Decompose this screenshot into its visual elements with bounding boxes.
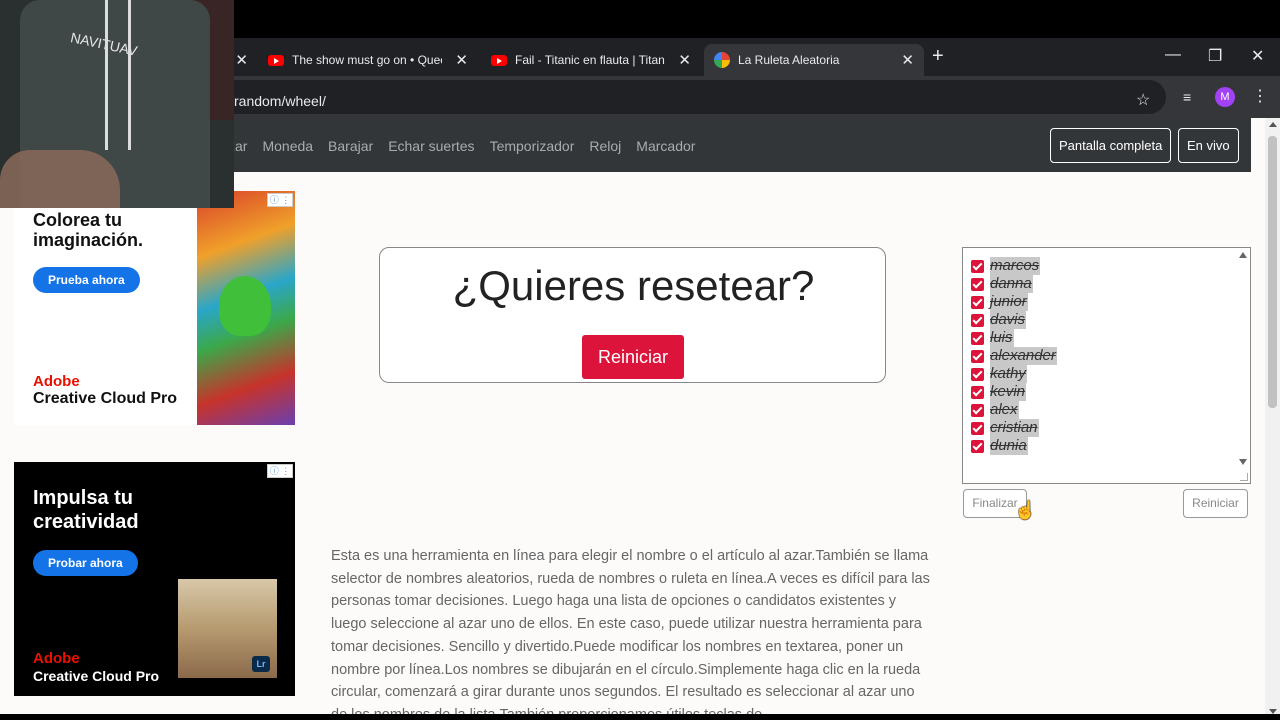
ad-banner-1[interactable]: Colorea tu imaginación. Prueba ahora Ado… xyxy=(14,191,295,425)
youtube-icon xyxy=(268,52,284,68)
name-row[interactable]: davis xyxy=(971,311,1057,329)
browser-menu-icon[interactable]: ⋮ xyxy=(1252,86,1268,106)
name-text: dunia xyxy=(990,437,1028,455)
nav-link-barajar[interactable]: Barajar xyxy=(328,138,373,154)
name-row[interactable]: alex xyxy=(971,401,1057,419)
name-checkbox[interactable] xyxy=(971,295,984,309)
scroll-up-arrow-icon[interactable] xyxy=(1269,122,1277,127)
window-close-icon[interactable]: ✕ xyxy=(1251,46,1264,66)
tab-titanic[interactable]: Fail - Titanic en flauta | Titanic f ✕ xyxy=(481,44,701,76)
reading-list-icon[interactable]: ≡ xyxy=(1183,89,1191,105)
tab-label: La Ruleta Aleatoria xyxy=(738,53,840,67)
screen: ✕ The show must go on • Queen ✕ Fail - T… xyxy=(0,0,1280,720)
url-text[interactable]: random/wheel/ xyxy=(234,93,326,109)
adchoices-icon[interactable]: ⓘ ⋮ xyxy=(267,193,293,207)
ad-cta-button[interactable]: Probar ahora xyxy=(33,550,138,576)
tab-ruleta[interactable]: La Ruleta Aleatoria ✕ xyxy=(704,44,924,76)
live-button[interactable]: En vivo xyxy=(1178,128,1239,163)
bookmark-star-icon[interactable]: ☆ xyxy=(1136,90,1150,110)
youtube-icon xyxy=(491,52,507,68)
name-checkbox[interactable] xyxy=(971,313,984,327)
hand-cursor-icon: ☝ xyxy=(1014,500,1037,520)
scroll-thumb[interactable] xyxy=(1268,136,1277,408)
description-text: Esta es una herramienta en línea para el… xyxy=(331,548,930,720)
fullscreen-button[interactable]: Pantalla completa xyxy=(1050,128,1172,163)
adobe-logo-text: Adobe xyxy=(33,373,80,390)
ad-headline: Impulsa tu creatividad xyxy=(33,487,139,533)
hoodie-string xyxy=(105,0,108,150)
name-text: alex xyxy=(990,401,1019,419)
name-row[interactable]: kevin xyxy=(971,383,1057,401)
name-checkbox[interactable] xyxy=(971,385,984,399)
nav-link-reloj[interactable]: Reloj xyxy=(589,138,621,154)
list-reset-button[interactable]: Reiniciar xyxy=(1183,489,1248,518)
name-list: marcos danna junior davis luis alexander kathy… xyxy=(971,257,1057,455)
name-text: junior xyxy=(990,293,1028,311)
name-checkbox[interactable] xyxy=(971,403,984,417)
adchoices-icon[interactable]: ⓘ ⋮ xyxy=(267,464,293,478)
profile-avatar[interactable]: M xyxy=(1215,87,1235,107)
reset-title: ¿Quieres resetear? xyxy=(452,262,815,309)
minimize-icon[interactable]: — xyxy=(1165,46,1181,64)
tab-label: Fail - Titanic en flauta | Titanic f xyxy=(515,53,665,67)
name-checkbox[interactable] xyxy=(971,259,984,273)
name-text: danna xyxy=(990,275,1033,293)
close-icon[interactable]: ✕ xyxy=(901,51,914,69)
product-name: Creative Cloud Pro xyxy=(33,668,160,684)
product-name: Creative Cloud Pro xyxy=(33,390,178,407)
name-text: kevin xyxy=(990,383,1027,401)
name-checkbox[interactable] xyxy=(971,439,984,453)
nav-link-marcador[interactable]: Marcador xyxy=(636,138,695,154)
name-text: luis xyxy=(990,329,1014,347)
name-checkbox[interactable] xyxy=(971,421,984,435)
nav-link-echar-suertes[interactable]: Echar suertes xyxy=(388,138,474,154)
name-row[interactable]: kathy xyxy=(971,365,1057,383)
close-icon[interactable]: ✕ xyxy=(678,51,691,69)
textarea-scroll-down-icon[interactable] xyxy=(1239,459,1247,465)
reset-card: ¿Quieres resetear? Reiniciar xyxy=(379,247,886,383)
reset-wheel-button[interactable]: Reiniciar xyxy=(582,335,684,379)
nav-links: zar Moneda Barajar Echar suertes Tempori… xyxy=(228,138,695,154)
ad-brand: Adobe Creative Cloud Pro xyxy=(33,650,159,685)
name-row[interactable]: luis xyxy=(971,329,1057,347)
page-scrollbar[interactable] xyxy=(1265,118,1280,720)
tab-queen[interactable]: The show must go on • Queen ✕ xyxy=(258,44,478,76)
restore-icon[interactable]: ❐ xyxy=(1208,46,1222,66)
webcam-overlay: NAVITUAV xyxy=(0,0,234,208)
textarea-scroll-up-icon[interactable] xyxy=(1239,252,1247,258)
hoodie-string xyxy=(128,0,131,150)
name-checkbox[interactable] xyxy=(971,331,984,345)
name-text: kathy xyxy=(990,365,1027,383)
name-row[interactable]: cristian xyxy=(971,419,1057,437)
resize-handle-icon[interactable] xyxy=(1240,473,1248,481)
ad-brand: Adobe Creative Cloud Pro xyxy=(33,373,177,408)
nav-link-moneda[interactable]: Moneda xyxy=(262,138,313,154)
name-checkbox[interactable] xyxy=(971,367,984,381)
name-text: cristian xyxy=(990,419,1039,437)
name-checkbox[interactable] xyxy=(971,349,984,363)
name-row[interactable]: junior xyxy=(971,293,1057,311)
name-checkbox[interactable] xyxy=(971,277,984,291)
new-tab-plus-icon[interactable]: + xyxy=(932,45,944,68)
ruleta-favicon xyxy=(714,52,730,68)
person-hand xyxy=(0,150,120,208)
name-row[interactable]: dunia xyxy=(971,437,1057,455)
name-row[interactable]: marcos xyxy=(971,257,1057,275)
name-row[interactable]: danna xyxy=(971,275,1057,293)
name-text: davis xyxy=(990,311,1027,329)
frog-image xyxy=(219,276,271,336)
name-text: marcos xyxy=(990,257,1041,275)
close-icon[interactable]: ✕ xyxy=(455,51,468,69)
adobe-logo-text: Adobe xyxy=(33,650,80,667)
names-textarea[interactable]: marcos danna junior davis luis alexander kathy… xyxy=(962,247,1251,484)
bottom-strip xyxy=(0,714,1280,720)
lightroom-icon: Lr xyxy=(252,656,270,672)
nav-link-temporizador[interactable]: Temporizador xyxy=(490,138,575,154)
ad-banner-2[interactable]: Impulsa tu creatividad Probar ahora Lr A… xyxy=(14,462,295,696)
tab-label: The show must go on • Queen xyxy=(292,53,442,67)
name-text: alexander xyxy=(990,347,1057,365)
ad-headline: Colorea tu imaginación. xyxy=(33,210,144,250)
ad-cta-button[interactable]: Prueba ahora xyxy=(33,267,140,293)
name-row[interactable]: alexander xyxy=(971,347,1057,365)
